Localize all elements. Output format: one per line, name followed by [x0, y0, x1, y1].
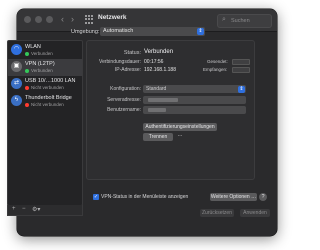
gear-menu-button[interactable]: ⚙︎▾ [32, 206, 40, 213]
search-icon: ⌕ [222, 16, 226, 23]
advanced-button[interactable]: Weitere Optionen … [210, 193, 257, 201]
sidebar-item-label: WLAN [25, 44, 41, 50]
redacted-mark [148, 107, 166, 112]
received-label: Empfangen: [203, 67, 228, 72]
status-label: Status: [123, 50, 141, 56]
remove-service-button[interactable]: − [22, 206, 26, 212]
auth-settings-button[interactable]: Authentifizierungseinstellungen … [143, 123, 217, 138]
forward-icon[interactable]: › [71, 13, 74, 25]
sidebar-item-wlan[interactable]: ◠ WLAN Verbunden [8, 42, 82, 59]
services-sidebar: ◠ WLAN Verbunden ▣ VPN (L2TP) Verbunden … [7, 40, 83, 206]
status-dot [25, 69, 29, 73]
config-value: Standard [146, 86, 167, 92]
sidebar-item-status: Nicht verbunden [31, 102, 64, 107]
sent-meter [232, 59, 250, 65]
ip-label: IP-Adresse: [114, 67, 141, 73]
account-label: Benutzername: [107, 107, 141, 113]
server-address-field[interactable] [143, 96, 246, 104]
location-label: Umgebung: [71, 29, 100, 35]
config-select[interactable]: Standard ⇕ [143, 85, 246, 93]
sidebar-item-status: Nicht verbunden [31, 85, 64, 90]
sent-label: Gesendet: [207, 59, 228, 64]
sidebar-item-label: VPN (L2TP) [25, 61, 55, 67]
server-label: Serveradresse: [107, 97, 141, 103]
close-window-button[interactable] [24, 16, 31, 23]
help-button[interactable]: ? [259, 193, 267, 201]
sidebar-item-label: USB 10/…1000 LAN [25, 78, 76, 84]
connect-time-label: Verbindungsdauer: [99, 59, 141, 65]
status-dot [25, 103, 29, 107]
sidebar-item-status: Verbunden [31, 68, 53, 73]
chevron-updown-icon: ⇕ [197, 28, 204, 35]
config-label: Konfiguration: [110, 86, 141, 92]
location-value: Automatisch [103, 28, 134, 34]
account-name-field[interactable] [143, 106, 246, 114]
thunderbolt-icon: ϟ [11, 95, 22, 106]
show-vpn-status-checkbox[interactable]: ✓ [93, 194, 99, 200]
sidebar-item-thunderbolt[interactable]: ϟ Thunderbolt Bridge Nicht verbunden [8, 93, 82, 110]
sidebar-item-usb-lan[interactable]: ⇄ USB 10/…1000 LAN Nicht verbunden [8, 76, 82, 93]
sidebar-item-label: Thunderbolt Bridge [25, 95, 72, 101]
status-value: Verbunden [144, 49, 174, 55]
sidebar-item-status: Verbunden [31, 51, 53, 56]
status-dot [25, 86, 29, 90]
show-vpn-status-label: VPN-Status in der Menüleiste anzeigen [101, 194, 189, 200]
status-dot [25, 52, 29, 56]
connect-time-value: 00:17:56 [144, 59, 164, 65]
revert-button[interactable]: Zurücksetzen [200, 209, 234, 217]
add-service-button[interactable]: + [12, 206, 16, 212]
apply-button[interactable]: Anwenden [240, 209, 270, 217]
zoom-window-button[interactable] [46, 16, 53, 23]
redacted-mark [148, 97, 178, 102]
sidebar-toolbar: + − ⚙︎▾ [7, 205, 83, 216]
search-placeholder: Suchen [231, 18, 250, 24]
received-meter [232, 67, 250, 73]
disconnect-button[interactable]: Trennen [143, 133, 173, 141]
lock-icon: ▣ [11, 61, 22, 72]
ethernet-icon: ⇄ [11, 78, 22, 89]
search-input[interactable]: ⌕ Suchen [217, 14, 272, 28]
show-all-grid-icon[interactable] [85, 15, 94, 24]
back-icon[interactable]: ‹ [61, 13, 64, 25]
chevron-updown-icon: ⇕ [238, 86, 245, 93]
vpn-detail-pane: Status: Verbunden Verbindungsdauer: 00:1… [86, 40, 255, 180]
sidebar-item-vpn[interactable]: ▣ VPN (L2TP) Verbunden [8, 59, 82, 76]
wifi-icon: ◠ [11, 44, 22, 55]
location-select[interactable]: Automatisch ⇕ [100, 27, 205, 36]
minimize-window-button[interactable] [35, 16, 42, 23]
window-title: Netzwerk [98, 14, 127, 21]
ip-value: 192.168.1.188 [144, 67, 176, 73]
